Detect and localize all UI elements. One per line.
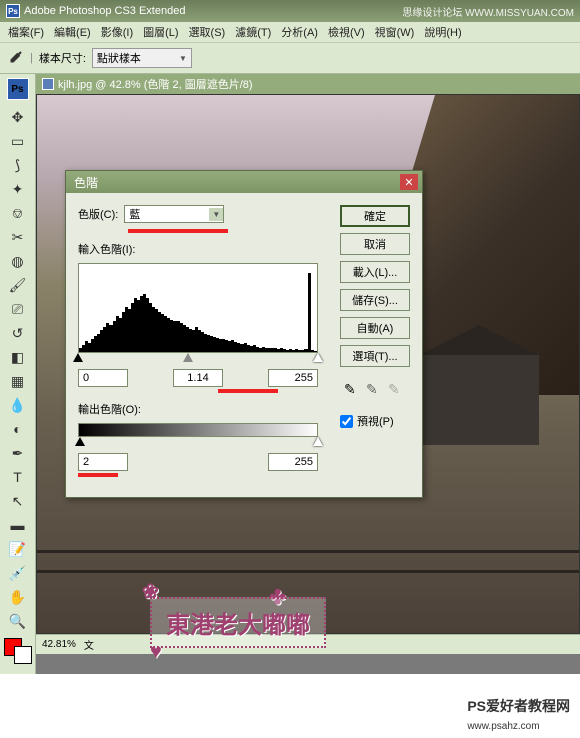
preview-checkbox[interactable] <box>340 415 353 428</box>
annotation-line <box>78 473 118 477</box>
auto-button[interactable]: 自動(A) <box>340 317 410 339</box>
input-mid-field[interactable] <box>173 369 223 387</box>
output-white-slider[interactable] <box>313 437 323 446</box>
image-content <box>419 355 539 445</box>
options-bar: | 樣本尺寸: 點狀樣本 <box>0 42 580 74</box>
document-title: kjlh.jpg @ 42.8% (色階 2, 圖層遮色片/8) <box>58 76 253 92</box>
eyedropper-icon <box>6 49 24 67</box>
app-titlebar: Ps Adobe Photoshop CS3 Extended 思缘设计论坛 W… <box>0 0 580 22</box>
sample-size-select[interactable]: 點狀樣本 <box>92 48 192 68</box>
load-button[interactable]: 載入(L)... <box>340 261 410 283</box>
levels-dialog: 色階 ✕ 色版(C): 藍 輸入色階(I): 輸 <box>65 170 423 498</box>
channel-label: 色版(C): <box>78 206 118 222</box>
heal-tool[interactable]: ◍ <box>6 250 30 272</box>
output-levels-label: 輸出色階(O): <box>78 401 141 417</box>
dodge-tool[interactable]: ◐ <box>6 418 30 440</box>
menu-help[interactable]: 說明(H) <box>420 22 465 42</box>
white-eyedropper-icon[interactable]: ✎ <box>388 381 406 399</box>
footer-watermark: PS爱好者教程网 www.psahz.com <box>467 696 570 732</box>
tools-panel: Ps ✥ ▭ ⟆ ✦ ⎊ ✂ ◍ 🖌 ⎚ ↺ ◧ ▦ 💧 ◐ ✒ T ↖ ▬ 📝… <box>0 74 36 674</box>
type-tool[interactable]: T <box>6 466 30 488</box>
output-black-field[interactable] <box>78 453 128 471</box>
move-tool[interactable]: ✥ <box>6 106 30 128</box>
menu-select[interactable]: 選取(S) <box>185 22 230 42</box>
ps-icon: Ps <box>7 78 29 100</box>
dialog-titlebar[interactable]: 色階 ✕ <box>66 171 422 193</box>
menu-image[interactable]: 影像(I) <box>97 22 137 42</box>
slice-tool[interactable]: ✂ <box>6 226 30 248</box>
save-button[interactable]: 儲存(S)... <box>340 289 410 311</box>
eyedropper-tool[interactable]: 💉 <box>6 562 30 584</box>
blur-tool[interactable]: 💧 <box>6 394 30 416</box>
options-button[interactable]: 選項(T)... <box>340 345 410 367</box>
output-white-field[interactable] <box>268 453 318 471</box>
document-titlebar: kjlh.jpg @ 42.8% (色階 2, 圖層遮色片/8) <box>36 74 580 94</box>
gradient-tool[interactable]: ▦ <box>6 370 30 392</box>
color-swatches[interactable] <box>4 638 32 658</box>
menu-analysis[interactable]: 分析(A) <box>277 22 322 42</box>
brush-tool[interactable]: 🖌 <box>6 274 30 296</box>
crop-tool[interactable]: ⎊ <box>6 202 30 224</box>
black-eyedropper-icon[interactable]: ✎ <box>344 381 362 399</box>
heart-icon: ♥ <box>150 641 162 664</box>
eyedropper-group: ✎ ✎ ✎ <box>340 381 410 399</box>
annotation-line <box>128 229 228 233</box>
status-text: 文 <box>84 637 94 652</box>
preview-checkbox-label[interactable]: 預視(P) <box>340 413 410 429</box>
input-black-field[interactable] <box>78 369 128 387</box>
background-color[interactable] <box>14 646 32 664</box>
hand-tool[interactable]: ✋ <box>6 586 30 608</box>
gray-eyedropper-icon[interactable]: ✎ <box>366 381 384 399</box>
history-brush-tool[interactable]: ↺ <box>6 322 30 344</box>
wand-tool[interactable]: ✦ <box>6 178 30 200</box>
channel-select[interactable]: 藍 <box>124 205 224 223</box>
doc-icon <box>42 78 54 90</box>
ok-button[interactable]: 確定 <box>340 205 410 227</box>
output-gradient <box>78 423 318 437</box>
image-content <box>37 550 579 553</box>
output-black-slider[interactable] <box>75 437 85 446</box>
marquee-tool[interactable]: ▭ <box>6 130 30 152</box>
output-slider[interactable] <box>78 437 318 449</box>
menubar: 檔案(F) 編輯(E) 影像(I) 圖層(L) 選取(S) 濾鏡(T) 分析(A… <box>0 22 580 42</box>
menu-edit[interactable]: 編輯(E) <box>50 22 95 42</box>
menu-layer[interactable]: 圖層(L) <box>139 22 182 42</box>
app-logo: Ps <box>6 4 20 18</box>
stamp-tool[interactable]: ⎚ <box>6 298 30 320</box>
app-title: Adobe Photoshop CS3 Extended <box>24 5 185 17</box>
white-point-slider[interactable] <box>313 353 323 362</box>
close-button[interactable]: ✕ <box>400 174 418 190</box>
menu-file[interactable]: 檔案(F) <box>4 22 48 42</box>
menu-window[interactable]: 視窗(W) <box>371 22 419 42</box>
watermark-decoration: ❀ ✤ 東港老大嘟嘟 ♥ <box>150 597 326 648</box>
lasso-tool[interactable]: ⟆ <box>6 154 30 176</box>
decoration-text: 東港老大嘟嘟 <box>166 612 310 639</box>
input-white-field[interactable] <box>268 369 318 387</box>
pen-tool[interactable]: ✒ <box>6 442 30 464</box>
eraser-tool[interactable]: ◧ <box>6 346 30 368</box>
notes-tool[interactable]: 📝 <box>6 538 30 560</box>
path-tool[interactable]: ↖ <box>6 490 30 512</box>
image-content <box>37 570 579 573</box>
cancel-button[interactable]: 取消 <box>340 233 410 255</box>
input-slider[interactable] <box>78 353 318 365</box>
shape-tool[interactable]: ▬ <box>6 514 30 536</box>
menu-filter[interactable]: 濾鏡(T) <box>231 22 275 42</box>
header-watermark: 思缘设计论坛 WWW.MISSYUAN.COM <box>402 4 574 19</box>
input-levels-label: 輸入色階(I): <box>78 241 135 257</box>
black-point-slider[interactable] <box>73 353 83 362</box>
zoom-level[interactable]: 42.81% <box>42 639 76 650</box>
annotation-line <box>218 389 278 393</box>
dialog-title: 色階 <box>74 174 98 191</box>
histogram <box>78 263 318 353</box>
mid-point-slider[interactable] <box>183 353 193 362</box>
zoom-tool[interactable]: 🔍 <box>6 610 30 632</box>
menu-view[interactable]: 檢視(V) <box>324 22 369 42</box>
sample-size-label: 樣本尺寸: <box>39 50 86 66</box>
